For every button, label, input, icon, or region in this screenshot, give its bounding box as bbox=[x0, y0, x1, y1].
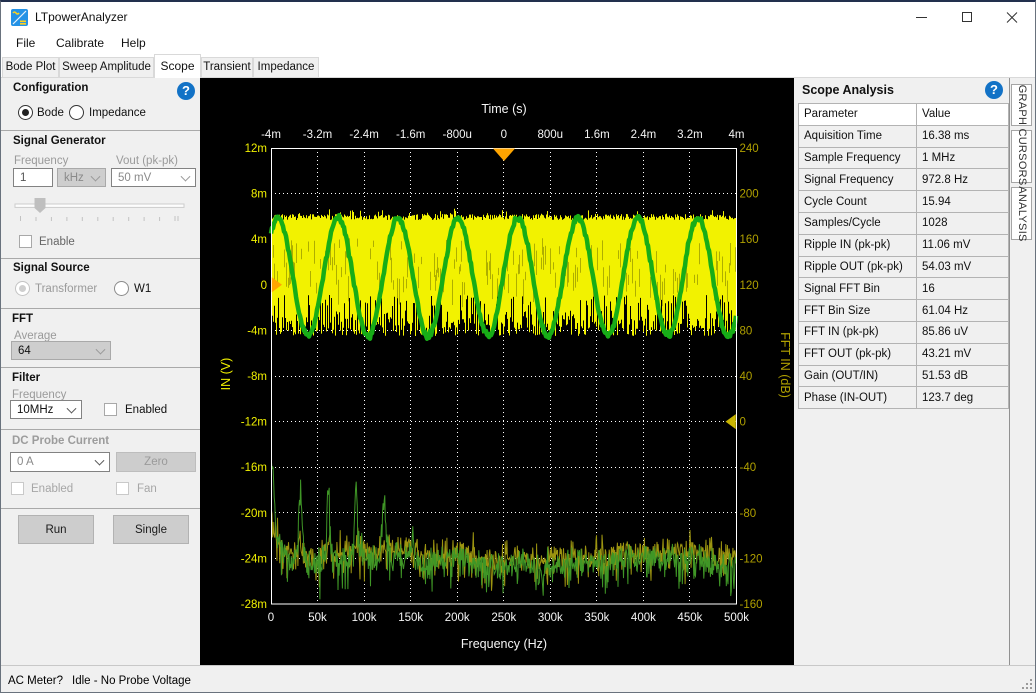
svg-text:1.6m: 1.6m bbox=[584, 129, 610, 141]
svg-text:500k: 500k bbox=[724, 612, 749, 624]
svg-text:-24m: -24m bbox=[241, 553, 267, 565]
svg-text:0: 0 bbox=[268, 612, 274, 624]
svg-text:Frequency (Hz): Frequency (Hz) bbox=[461, 637, 547, 651]
svg-text:-4m: -4m bbox=[261, 129, 281, 141]
svg-text:-12m: -12m bbox=[241, 417, 267, 429]
svg-text:-16m: -16m bbox=[241, 462, 267, 474]
svg-text:-8m: -8m bbox=[247, 371, 267, 383]
svg-text:-80: -80 bbox=[740, 508, 757, 520]
svg-text:8m: 8m bbox=[251, 189, 267, 201]
svg-text:Time (s): Time (s) bbox=[481, 102, 526, 116]
svg-text:300k: 300k bbox=[538, 612, 563, 624]
svg-text:0: 0 bbox=[740, 417, 746, 429]
svg-text:50k: 50k bbox=[308, 612, 327, 624]
svg-text:160: 160 bbox=[740, 234, 759, 246]
svg-text:150k: 150k bbox=[398, 612, 423, 624]
svg-text:450k: 450k bbox=[677, 612, 702, 624]
svg-text:80: 80 bbox=[740, 325, 753, 337]
svg-text:40: 40 bbox=[740, 371, 753, 383]
svg-text:200k: 200k bbox=[445, 612, 470, 624]
svg-text:-800u: -800u bbox=[442, 129, 471, 141]
svg-text:2.4m: 2.4m bbox=[631, 129, 657, 141]
svg-text:FFT IN (dB): FFT IN (dB) bbox=[778, 332, 792, 398]
svg-text:-3.2m: -3.2m bbox=[303, 129, 332, 141]
svg-text:4m: 4m bbox=[251, 234, 267, 246]
svg-text:-120: -120 bbox=[740, 553, 763, 565]
svg-text:240: 240 bbox=[740, 143, 759, 155]
svg-text:3.2m: 3.2m bbox=[677, 129, 703, 141]
svg-text:200: 200 bbox=[740, 189, 759, 201]
svg-text:350k: 350k bbox=[584, 612, 609, 624]
svg-text:-20m: -20m bbox=[241, 508, 267, 520]
svg-text:100k: 100k bbox=[352, 612, 377, 624]
svg-text:12m: 12m bbox=[245, 143, 267, 155]
svg-text:800u: 800u bbox=[538, 129, 564, 141]
svg-text:250k: 250k bbox=[491, 612, 516, 624]
svg-text:-40: -40 bbox=[740, 462, 757, 474]
svg-text:-160: -160 bbox=[740, 599, 763, 611]
svg-text:-4m: -4m bbox=[247, 325, 267, 337]
svg-text:400k: 400k bbox=[631, 612, 656, 624]
svg-text:-1.6m: -1.6m bbox=[396, 129, 425, 141]
svg-text:IN (V): IN (V) bbox=[219, 358, 233, 391]
svg-text:0: 0 bbox=[501, 129, 507, 141]
svg-text:0: 0 bbox=[261, 280, 267, 292]
svg-text:-28m: -28m bbox=[241, 599, 267, 611]
svg-text:-2.4m: -2.4m bbox=[349, 129, 378, 141]
svg-text:4m: 4m bbox=[729, 129, 745, 141]
svg-text:120: 120 bbox=[740, 280, 759, 292]
